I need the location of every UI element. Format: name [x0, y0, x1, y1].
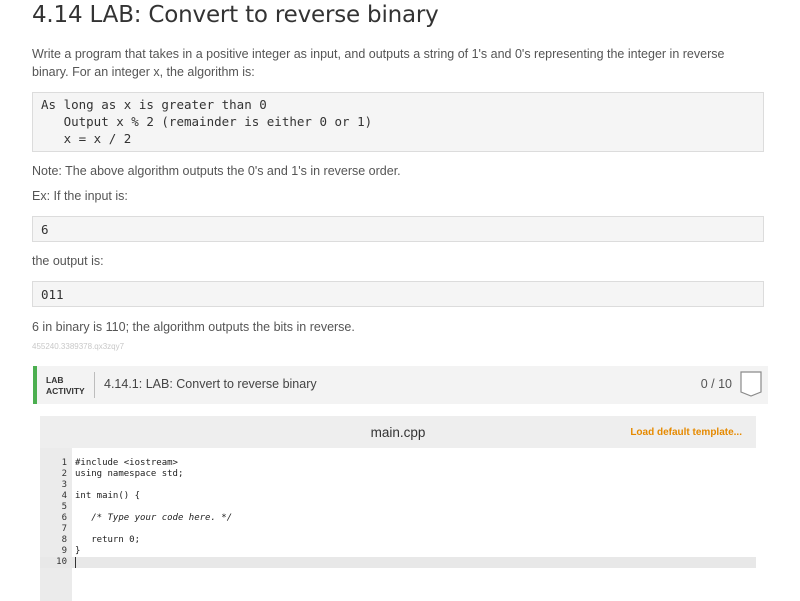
code-text: /* Type your code here. */ [75, 513, 233, 523]
lab-activity-header: LAB ACTIVITY 4.14.1: LAB: Convert to rev… [33, 366, 768, 404]
algorithm-block: As long as x is greater than 0 Output x … [32, 92, 764, 152]
line-number: 2 [61, 469, 67, 479]
score-badge-icon [740, 371, 762, 397]
code-line[interactable]: 4 int main() { [40, 491, 756, 502]
line-number: 1 [61, 458, 67, 468]
editor-header: main.cpp Load default template... [40, 416, 756, 448]
line-number: 8 [61, 535, 67, 545]
example-output: 011 [41, 287, 64, 302]
algorithm-line: x = x / 2 [41, 131, 132, 146]
lab-title: 4.14.1: LAB: Convert to reverse binary [104, 377, 317, 391]
example-input-block: 6 [32, 216, 764, 242]
line-number: 6 [61, 513, 67, 523]
code-line[interactable]: 8 return 0; [40, 535, 756, 546]
lab-score: 0 / 10 [700, 377, 732, 391]
divider [94, 372, 95, 398]
text-cursor [75, 557, 76, 568]
line-number: 10 [56, 557, 67, 567]
example-intro: Ex: If the input is: [32, 189, 128, 203]
page-title: 4.14 LAB: Convert to reverse binary [32, 2, 439, 28]
note-text: Note: The above algorithm outputs the 0'… [32, 164, 401, 178]
lab-activity-tag: LAB ACTIVITY [46, 375, 85, 397]
load-default-template-link[interactable]: Load default template... [630, 427, 742, 438]
line-number: 7 [61, 524, 67, 534]
algorithm-line: Output x % 2 (remainder is either 0 or 1… [41, 114, 373, 129]
line-number: 9 [61, 546, 67, 556]
code-text: return 0; [75, 535, 141, 545]
lab-tag-line1: LAB [46, 375, 64, 385]
code-line[interactable]: 2 using namespace std; [40, 469, 756, 480]
intro-text: Write a program that takes in a positive… [32, 47, 725, 79]
lab-tag-line2: ACTIVITY [46, 386, 85, 396]
code-editor-panel: main.cpp Load default template... 1 #inc… [40, 416, 756, 601]
code-text: } [75, 546, 81, 556]
watermark: 455240.3389378.qx3zqy7 [32, 342, 125, 351]
code-line[interactable]: 3 [40, 480, 756, 491]
example-output-block: 011 [32, 281, 764, 307]
algorithm-line: As long as x is greater than 0 [41, 97, 267, 112]
code-text: using namespace std; [75, 469, 184, 479]
output-intro: the output is: [32, 254, 104, 268]
code-line[interactable]: 6 /* Type your code here. */ [40, 513, 756, 524]
code-line[interactable]: 5 [40, 502, 756, 513]
code-line[interactable]: 7 [40, 524, 756, 535]
code-line-active[interactable]: 10 [40, 557, 756, 568]
code-text: int main() { [75, 491, 141, 501]
code-text: #include <iostream> [75, 458, 178, 468]
example-input: 6 [41, 222, 49, 237]
explanation-text: 6 in binary is 110; the algorithm output… [32, 320, 355, 334]
line-number: 5 [61, 502, 67, 512]
code-line[interactable]: 9 } [40, 546, 756, 557]
code-line[interactable]: 1 #include <iostream> [40, 458, 756, 469]
line-number: 3 [61, 480, 67, 490]
code-editor[interactable]: 1 #include <iostream> 2 using namespace … [40, 448, 756, 601]
line-number: 4 [61, 491, 67, 501]
